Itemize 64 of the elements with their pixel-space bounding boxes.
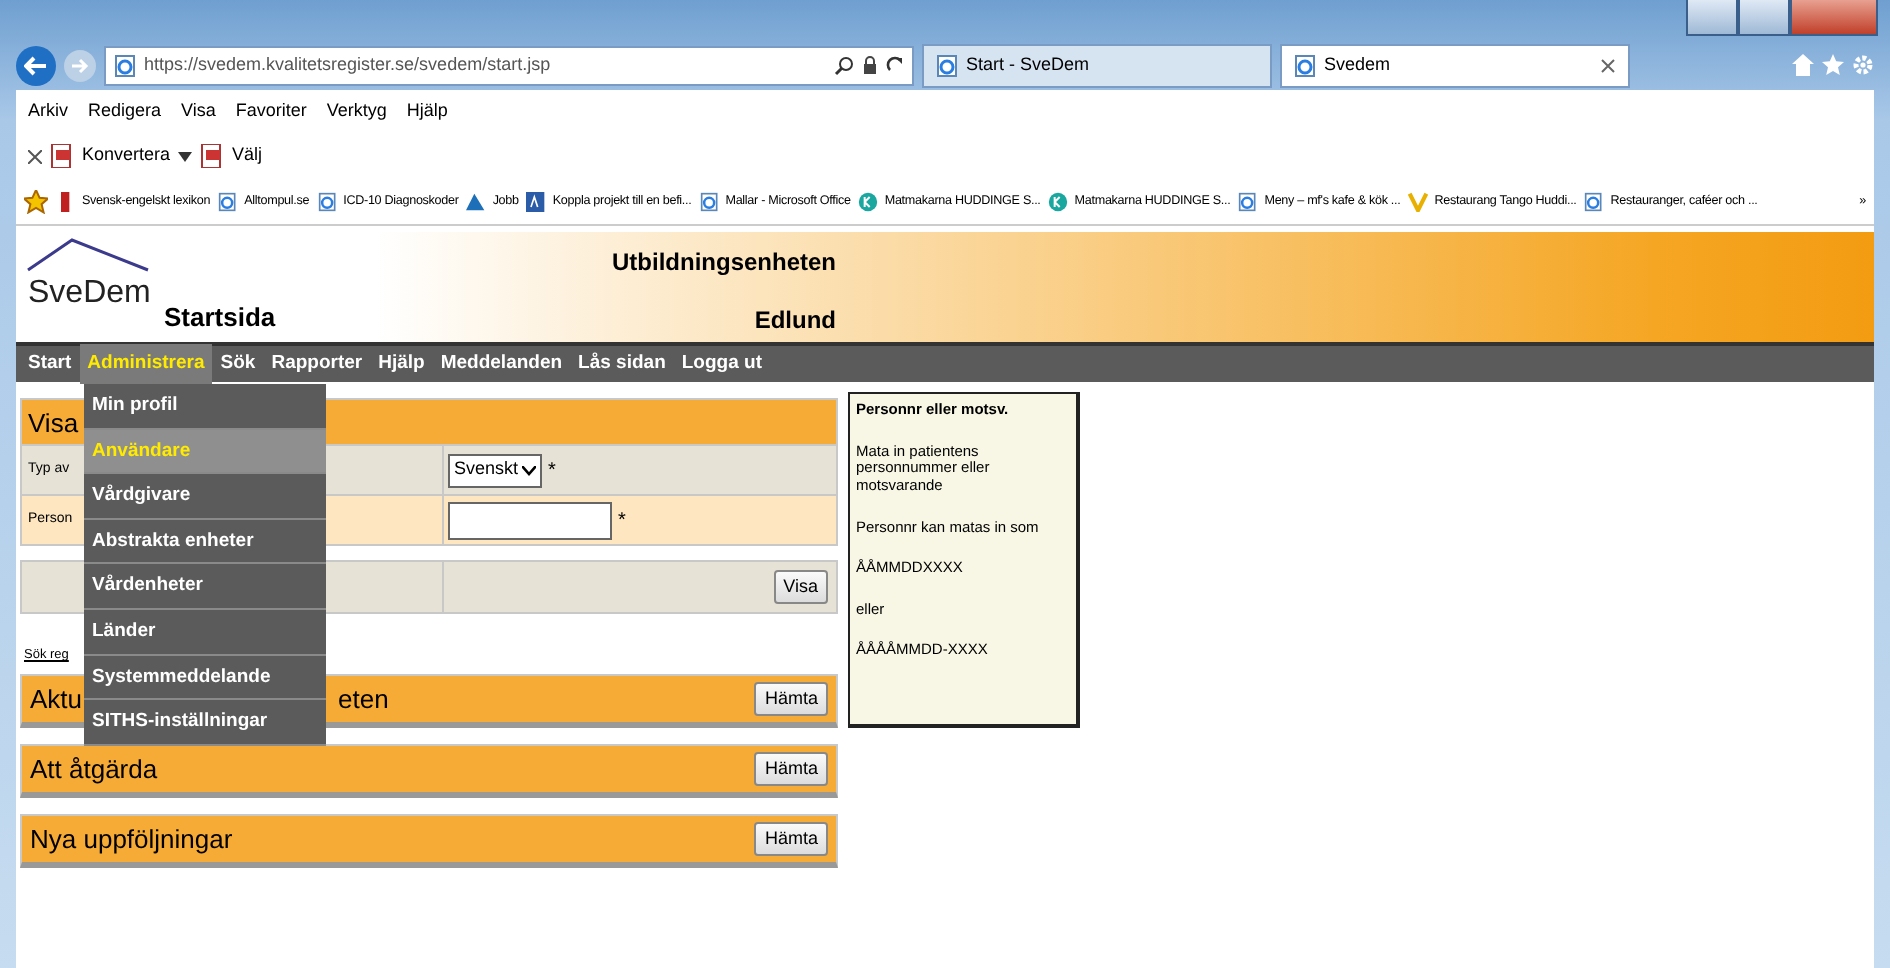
lock-icon	[862, 55, 878, 75]
section-title: Aktu	[30, 681, 83, 717]
menu-item[interactable]: Hjälp	[406, 98, 448, 126]
page-icon	[1294, 53, 1316, 77]
section-title: Nya uppföljningar	[30, 821, 233, 858]
close-button[interactable]	[1790, 0, 1878, 36]
page-icon	[936, 53, 958, 77]
page-icon	[218, 191, 239, 211]
nav-link[interactable]: Meddelanden	[432, 343, 571, 385]
nav-link[interactable]: Hjälp	[370, 343, 433, 385]
unit-name: Utbildningsenheten	[610, 246, 836, 280]
dropdown-item[interactable]: Länder	[84, 609, 326, 656]
square-icon	[526, 191, 547, 211]
minimize-button[interactable]	[1686, 0, 1738, 36]
form-title: Visa	[28, 408, 79, 438]
favorites-star-icon[interactable]	[1822, 54, 1844, 76]
caret-icon[interactable]	[178, 151, 193, 161]
section-title: eten	[338, 681, 389, 717]
nav-link[interactable]: Start	[20, 343, 80, 385]
page-icon	[1238, 191, 1259, 211]
refresh-icon[interactable]	[886, 56, 904, 74]
triangle-icon	[466, 191, 487, 211]
page-icon	[699, 191, 720, 211]
page-icon	[114, 53, 136, 77]
required-mark: *	[618, 507, 626, 535]
address-text: https://svedem.kvalitetsregister.se/svedem/start.jsp	[144, 51, 553, 78]
page-title: Startsida	[164, 300, 276, 336]
required-mark: *	[548, 457, 556, 485]
chevron-icon	[522, 465, 537, 475]
back-button[interactable]	[16, 45, 56, 85]
circle-icon	[1048, 191, 1069, 211]
close-icon[interactable]	[28, 149, 42, 163]
browser-tab[interactable]: Svedem	[1280, 43, 1630, 87]
back-arrow-icon	[24, 55, 48, 75]
maximize-button[interactable]	[1738, 0, 1790, 36]
close-icon[interactable]	[1600, 57, 1616, 73]
logo-text: SveDem	[28, 274, 151, 314]
favorites-star-icon[interactable]	[24, 189, 48, 213]
search-icon[interactable]	[834, 55, 854, 75]
select-field[interactable]: Svenskt	[448, 453, 543, 487]
menu-item[interactable]: Arkiv	[28, 98, 68, 126]
nav-link[interactable]: Lås sidan	[570, 343, 674, 385]
page-icon	[1584, 191, 1605, 211]
nav-link[interactable]: Logga ut	[673, 343, 770, 385]
address-bar[interactable]: https://svedem.kvalitetsregister.se/svedem/start.jsp	[104, 45, 914, 85]
menu-item[interactable]: Favoriter	[235, 98, 307, 126]
forward-arrow-icon	[71, 57, 89, 73]
toolbar-button[interactable]: Välj	[200, 142, 263, 170]
toolbar-button[interactable]: Konvertera	[50, 142, 171, 170]
page-icon	[317, 191, 338, 211]
text-input[interactable]	[448, 501, 612, 539]
show-button[interactable]: Visa	[773, 569, 828, 605]
menu-item[interactable]: Visa	[181, 98, 216, 126]
nav-link[interactable]: Sök	[212, 343, 264, 385]
fetch-button[interactable]: Hämta	[754, 681, 828, 716]
fetch-button[interactable]: Hämta	[754, 821, 828, 856]
fetch-button[interactable]: Hämta	[754, 751, 828, 786]
browser-tab[interactable]: Start - SveDem	[922, 43, 1272, 87]
menu-item[interactable]: Redigera	[88, 98, 162, 126]
section-title: Att åtgärda	[30, 751, 158, 788]
user-name: Edlund	[752, 304, 836, 338]
circle-icon	[858, 191, 879, 211]
menu-item[interactable]: Verktyg	[326, 98, 387, 126]
nav-link[interactable]: Rapporter	[263, 343, 371, 385]
